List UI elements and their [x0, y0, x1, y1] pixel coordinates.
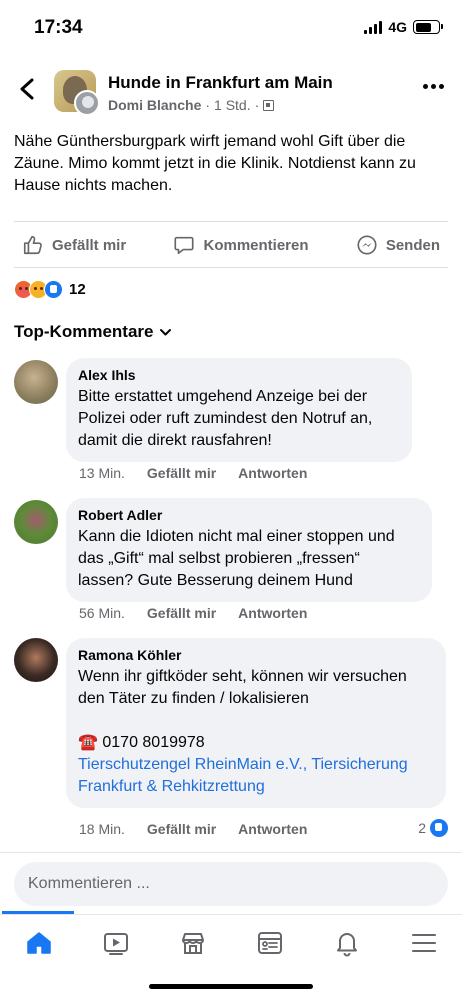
comment-bubble: Alex Ihls Bitte erstattet umgehend Anzei…: [66, 358, 412, 462]
comment-button[interactable]: Kommentieren: [165, 234, 316, 256]
commenter-name[interactable]: Robert Adler: [78, 506, 420, 524]
tab-marketplace[interactable]: [170, 923, 216, 963]
post-meta: Domi Blanche · 1 Std. ·: [108, 97, 275, 113]
like-label: Gefällt mir: [52, 236, 127, 254]
dot-icon: [431, 84, 436, 89]
tab-home[interactable]: [16, 923, 62, 963]
comment-composer: [0, 852, 462, 914]
author-name[interactable]: Domi Blanche: [108, 97, 201, 113]
comment-text: Wenn ihr giftköder seht, können wir vers…: [78, 666, 434, 798]
phone-number: ☎️ 0170 8019978: [78, 734, 205, 751]
page-link[interactable]: Tierschutzengel RheinMain e.V., Tiersich…: [78, 754, 434, 776]
like-button[interactable]: Gefällt mir: [14, 234, 134, 256]
comment-reply-button[interactable]: Antworten: [238, 465, 307, 481]
chevron-down-icon: [160, 328, 172, 335]
post-time[interactable]: 1 Std.: [214, 97, 251, 113]
comment-reply-button[interactable]: Antworten: [238, 605, 307, 621]
author-avatar[interactable]: [74, 90, 100, 116]
tab-menu[interactable]: [401, 923, 447, 963]
group-privacy-icon: [263, 99, 275, 111]
status-time: 17:34: [34, 17, 83, 38]
comment-icon: [174, 236, 195, 255]
status-indicators: 4G: [364, 19, 443, 35]
group-avatar[interactable]: [54, 70, 100, 116]
comment-line: lassen? Gute Besserung deinem Hund: [78, 572, 353, 589]
comment-bubble: Ramona Köhler Wenn ihr giftköder seht, k…: [66, 638, 446, 808]
comment-time: 56 Min.: [79, 605, 125, 621]
comment-line: damit die direkt rausfahren!: [78, 432, 272, 449]
post-header: Hunde in Frankfurt am Main Domi Blanche …: [0, 62, 462, 122]
comment-meta: 13 Min. Gefällt mir Antworten: [79, 465, 329, 481]
send-button[interactable]: Senden: [348, 234, 448, 256]
comment-like-button[interactable]: Gefällt mir: [147, 821, 216, 837]
news-icon: [257, 931, 282, 954]
group-name[interactable]: Hunde in Frankfurt am Main: [108, 73, 333, 93]
video-icon: [103, 932, 128, 955]
meta-separator: ·: [254, 97, 260, 113]
back-button[interactable]: [16, 74, 40, 104]
post-text: Nähe Günthersburgpark wirft jemand wohl …: [14, 133, 416, 194]
battery-icon: [413, 20, 443, 34]
marketplace-icon: [181, 932, 204, 954]
comment-line: Polizei oder ruft zumindest den Notruf a…: [78, 410, 373, 427]
dot-icon: [439, 84, 444, 89]
comment-label: Kommentieren: [203, 236, 309, 254]
meta-separator: ·: [205, 97, 211, 113]
comment-line: Wenn ihr giftköder seht, können wir vers…: [78, 668, 407, 685]
comment-time: 18 Min.: [79, 821, 125, 837]
comment-meta: 18 Min. Gefällt mir Antworten: [79, 821, 329, 837]
post-actions: Gefällt mir Kommentieren Senden: [14, 224, 448, 266]
like-count-value: 2: [418, 820, 426, 836]
comment-text: Kann die Idioten nicht mal einer stoppen…: [78, 526, 420, 592]
tab-video[interactable]: [93, 923, 139, 963]
divider: [14, 267, 448, 268]
bottom-tab-bar: [0, 914, 462, 970]
comment-line: Kann die Idioten nicht mal einer stoppen…: [78, 528, 395, 545]
comment-time: 13 Min.: [79, 465, 125, 481]
tab-notifications[interactable]: [324, 923, 370, 963]
avatar[interactable]: [14, 638, 58, 682]
avatar[interactable]: [14, 500, 58, 544]
avatar[interactable]: [14, 360, 58, 404]
comment-input[interactable]: [14, 862, 448, 906]
page-link[interactable]: Frankfurt & Rehkitzrettung: [78, 776, 434, 798]
status-bar: 17:34 4G: [0, 0, 462, 54]
divider: [14, 221, 448, 222]
comment-line: das „Gift“ mal selbst probieren „fressen…: [78, 550, 360, 567]
more-options-button[interactable]: [423, 84, 444, 89]
bell-icon: [336, 932, 357, 956]
signal-icon: [364, 20, 383, 34]
tab-news[interactable]: [247, 923, 293, 963]
reaction-count: 12: [69, 281, 86, 298]
comment-meta: 56 Min. Gefällt mir Antworten: [79, 605, 329, 621]
thumbs-up-icon: [23, 235, 42, 255]
chevron-left-icon: [20, 78, 34, 100]
commenter-name[interactable]: Alex Ihls: [78, 366, 400, 384]
commenter-name[interactable]: Ramona Köhler: [78, 646, 434, 664]
home-indicator: [149, 984, 313, 989]
comment-bubble: Robert Adler Kann die Idioten nicht mal …: [66, 498, 432, 602]
comment-like-count[interactable]: 2: [418, 819, 448, 837]
reaction-summary[interactable]: 12: [14, 280, 86, 299]
like-reaction-icon: [44, 280, 63, 299]
comment-reply-button[interactable]: Antworten: [238, 821, 307, 837]
comment-line: Bitte erstattet umgehend Anzeige bei der: [78, 388, 368, 405]
like-reaction-icon: [430, 819, 448, 837]
comment-text: Bitte erstattet umgehend Anzeige bei der…: [78, 386, 400, 452]
menu-icon: [411, 933, 436, 952]
messenger-icon: [357, 235, 377, 255]
dot-icon: [423, 84, 428, 89]
send-label: Senden: [385, 236, 440, 254]
comment-line: den Täter zu finden / lokalisieren: [78, 690, 309, 707]
network-label: 4G: [388, 19, 407, 35]
comment-like-button[interactable]: Gefällt mir: [147, 465, 216, 481]
comment-sort-dropdown[interactable]: Top-Kommentare: [14, 322, 172, 342]
home-icon: [26, 931, 51, 954]
comment-sort-label: Top-Kommentare: [14, 322, 154, 341]
comment-like-button[interactable]: Gefällt mir: [147, 605, 216, 621]
